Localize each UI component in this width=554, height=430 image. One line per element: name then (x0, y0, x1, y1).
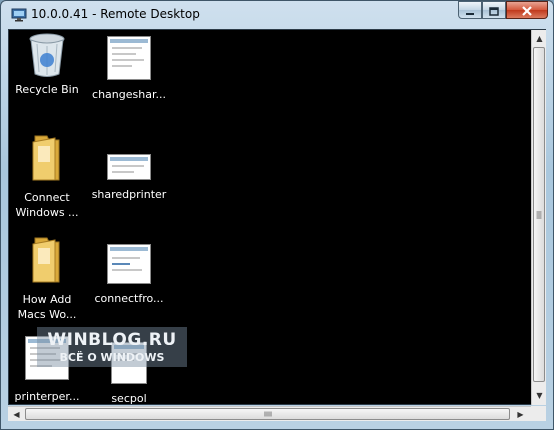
remote-desktop-window: 10.0.0.41 - Remote Desktop Recycle Bin c… (0, 0, 554, 430)
vertical-scroll-thumb[interactable] (533, 47, 545, 382)
watermark-line-1: WINBLOG.RU (47, 330, 177, 350)
desktop-icon-sharedprinter[interactable]: sharedprinter (89, 154, 169, 202)
desktop-icon-label: printerper... (14, 390, 80, 403)
watermark-line-2: ВСЁ О WINDOWS (59, 351, 165, 364)
desktop-icon-label: Recycle Bin (15, 83, 79, 96)
folder-icon (9, 236, 87, 288)
desktop-icon-changeshar[interactable]: changeshar... (89, 36, 169, 102)
document-thumbnail-icon (107, 36, 151, 80)
close-button[interactable] (506, 1, 548, 19)
document-thumbnail-icon (107, 154, 151, 180)
scroll-down-icon[interactable]: ▼ (532, 388, 547, 403)
maximize-icon (489, 1, 499, 20)
desktop-icon-how-add-macs[interactable]: How Add Macs Wo... (9, 236, 87, 322)
minimize-button[interactable] (458, 1, 482, 19)
desktop-icon-label: secpol (111, 392, 147, 405)
recycle-bin-icon (9, 32, 87, 82)
maximize-button[interactable] (482, 1, 506, 19)
desktop-icon-label: sharedprinter (91, 188, 167, 201)
desktop-icon-label: connectfro... (94, 292, 164, 305)
scrollbar-corner (531, 406, 546, 421)
watermark-logo: WINBLOG.RU ВСЁ О WINDOWS (37, 327, 187, 367)
desktop-icon-connect-windows[interactable]: Connect Windows ... (9, 134, 87, 220)
desktop-icon-recycle-bin[interactable]: Recycle Bin (9, 32, 87, 97)
remote-desktop-icon (11, 7, 27, 22)
scroll-up-icon[interactable]: ▲ (532, 31, 547, 46)
window-title: 10.0.0.41 - Remote Desktop (31, 7, 200, 21)
horizontal-scrollbar[interactable]: ◀ ▶ (8, 406, 531, 421)
vertical-scrollbar[interactable]: ▲ ▼ (531, 30, 546, 405)
scroll-left-icon[interactable]: ◀ (9, 407, 24, 422)
scroll-right-icon[interactable]: ▶ (513, 407, 528, 422)
title-bar[interactable]: 10.0.0.41 - Remote Desktop (1, 1, 553, 29)
desktop-icon-connectfro[interactable]: connectfro... (89, 244, 169, 306)
remote-desktop-area[interactable]: Recycle Bin changeshar... Connect Window… (8, 29, 546, 405)
desktop-icon-label: How Add Macs Wo... (17, 293, 77, 321)
desktop-icon-label: Connect Windows ... (15, 191, 79, 219)
folder-icon (9, 134, 87, 186)
minimize-icon (465, 1, 475, 20)
desktop-icon-label: changeshar... (92, 88, 166, 101)
horizontal-scroll-thumb[interactable] (25, 408, 510, 420)
document-thumbnail-icon (107, 244, 151, 284)
close-icon (522, 1, 532, 20)
